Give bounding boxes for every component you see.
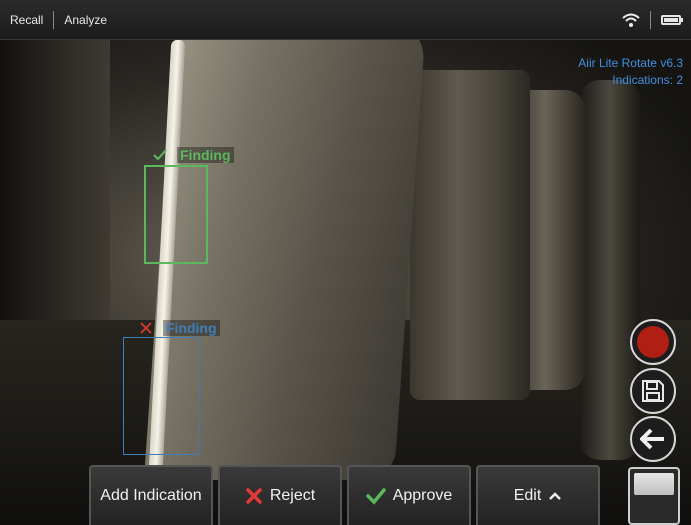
chevron-up-icon bbox=[548, 491, 562, 501]
save-button[interactable] bbox=[630, 368, 676, 414]
edit-button[interactable]: Edit bbox=[476, 465, 600, 525]
toggle-knob bbox=[634, 473, 674, 495]
save-icon bbox=[642, 380, 664, 402]
finding-label-approved[interactable]: Finding bbox=[151, 147, 234, 163]
status-divider bbox=[650, 10, 651, 29]
x-icon bbox=[137, 320, 155, 336]
add-indication-label: Add Indication bbox=[100, 487, 202, 504]
panel-toggle[interactable] bbox=[628, 467, 680, 525]
inspection-view bbox=[0, 40, 691, 525]
wifi-icon bbox=[622, 13, 640, 27]
app-version: Aiir Lite Rotate v6.3 bbox=[578, 56, 683, 70]
add-indication-button[interactable]: Add Indication bbox=[89, 465, 213, 525]
indications-count: Indications: 2 bbox=[612, 73, 683, 87]
finding-box-approved[interactable] bbox=[144, 165, 208, 264]
check-icon bbox=[365, 487, 386, 505]
record-button[interactable] bbox=[630, 319, 676, 365]
analyze-menu[interactable]: Analyze bbox=[54, 10, 117, 30]
x-icon bbox=[245, 487, 263, 505]
back-button[interactable] bbox=[630, 416, 676, 462]
battery-icon bbox=[661, 14, 683, 25]
record-icon bbox=[637, 326, 669, 358]
approve-label: Approve bbox=[392, 487, 453, 504]
analysis-info: Aiir Lite Rotate v6.3 Indications: 2 bbox=[578, 55, 683, 89]
reject-label: Reject bbox=[269, 487, 316, 504]
edit-label: Edit bbox=[513, 487, 542, 504]
back-arrow-icon bbox=[640, 428, 664, 450]
finding-box-rejected[interactable] bbox=[123, 337, 199, 455]
recall-menu[interactable]: Recall bbox=[0, 10, 53, 30]
finding-text: Finding bbox=[163, 320, 220, 336]
check-icon bbox=[151, 147, 169, 163]
reject-button[interactable]: Reject bbox=[218, 465, 342, 525]
approve-button[interactable]: Approve bbox=[347, 465, 471, 525]
finding-text: Finding bbox=[177, 147, 234, 163]
top-bar: Recall Analyze bbox=[0, 0, 691, 40]
finding-label-rejected[interactable]: Finding bbox=[137, 320, 220, 336]
